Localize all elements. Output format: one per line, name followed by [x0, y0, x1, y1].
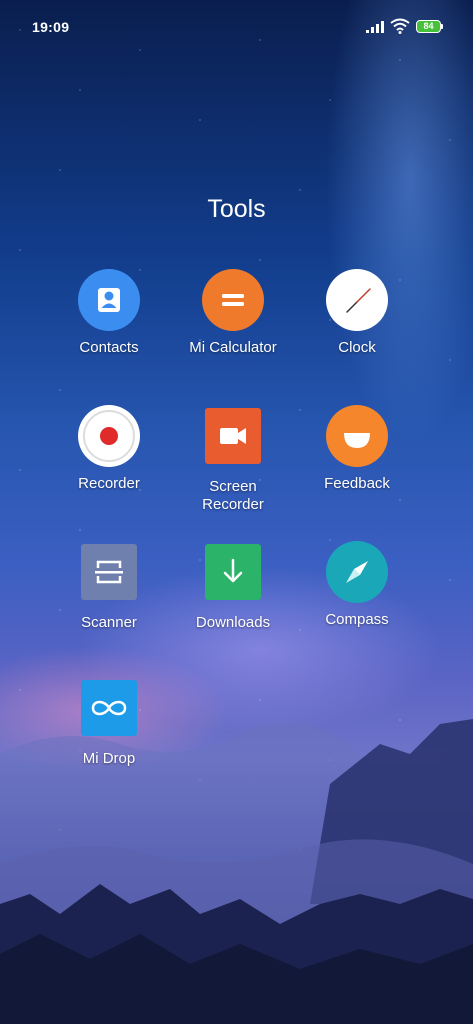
- app-scanner[interactable]: Scanner: [44, 541, 174, 632]
- mi-drop-icon: [81, 680, 137, 736]
- calculator-icon: [202, 269, 264, 331]
- compass-icon: [326, 541, 388, 603]
- folder-title: Tools: [207, 195, 266, 223]
- app-downloads[interactable]: Downloads: [168, 541, 298, 632]
- feedback-icon: [326, 405, 388, 467]
- app-label: Screen Recorder: [202, 478, 264, 513]
- app-compass[interactable]: Compass: [292, 541, 422, 629]
- recorder-icon: [78, 405, 140, 467]
- cellular-signal-icon: [366, 21, 384, 33]
- contacts-icon: [78, 269, 140, 331]
- app-label: Scanner: [81, 614, 137, 631]
- app-feedback[interactable]: Feedback: [292, 405, 422, 493]
- battery-cap: [441, 24, 443, 29]
- status-bar: 19:09 84: [0, 0, 473, 54]
- app-contacts[interactable]: Contacts: [44, 269, 174, 357]
- app-label: Compass: [325, 611, 389, 628]
- app-label: Contacts: [79, 339, 139, 356]
- wallpaper-mountains: [0, 719, 473, 1024]
- scanner-icon: [81, 544, 137, 600]
- battery-level: 84: [423, 21, 434, 31]
- screen-recorder-icon: [205, 408, 261, 464]
- downloads-icon: [205, 544, 261, 600]
- app-label: Feedback: [324, 475, 390, 492]
- app-label: Recorder: [78, 475, 140, 492]
- app-label: Mi Calculator: [189, 339, 277, 356]
- app-label: Mi Drop: [82, 750, 136, 767]
- clock-icon: [326, 269, 388, 331]
- app-mi-drop[interactable]: Mi Drop: [44, 677, 174, 768]
- wifi-icon: [390, 18, 410, 34]
- app-label: Downloads: [195, 614, 271, 631]
- app-mi-calculator[interactable]: Mi Calculator: [168, 269, 298, 357]
- app-clock[interactable]: Clock: [292, 269, 422, 357]
- app-label: Clock: [338, 339, 376, 356]
- app-recorder[interactable]: Recorder: [44, 405, 174, 493]
- app-screen-recorder[interactable]: Screen Recorder: [168, 405, 298, 514]
- battery-icon: 84: [416, 20, 441, 33]
- status-time: 19:09: [32, 19, 70, 35]
